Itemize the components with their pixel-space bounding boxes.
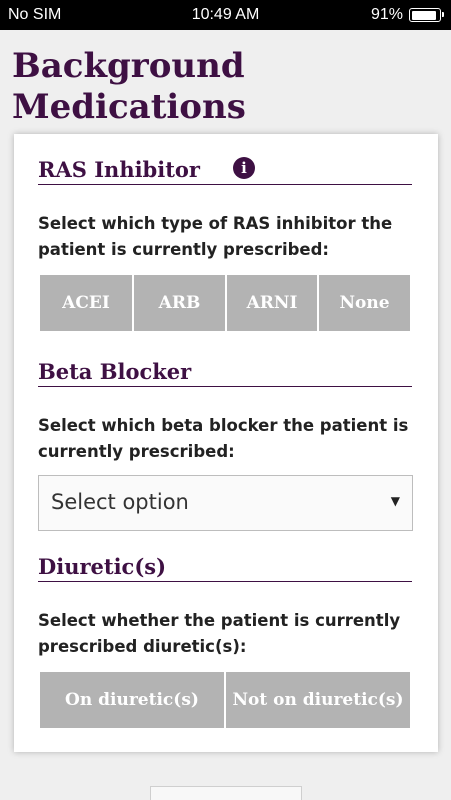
diuretic-options: On diuretic(s) Not on diuretic(s) (40, 672, 410, 728)
beta-blocker-select[interactable]: Select option ▼ (38, 475, 413, 531)
beta-blocker-heading: Beta Blocker (38, 347, 412, 387)
page-title-line2: Medications (12, 87, 246, 127)
diuretic-heading-text: Diuretic(s) (38, 554, 167, 579)
beta-blocker-prompt: Select which beta blocker the patient is… (38, 416, 409, 461)
medications-card: RAS Inhibitor i Select which type of RAS… (14, 134, 438, 752)
arb-button[interactable]: ARB (134, 275, 225, 331)
battery-nub (441, 12, 444, 17)
status-bar: No SIM 10:49 AM 91% (0, 0, 451, 30)
ras-inhibitor-heading-text: RAS Inhibitor (38, 157, 200, 182)
arni-button[interactable]: ARNI (227, 275, 317, 331)
ras-inhibitor-options: ACEI ARB ARNI None (40, 275, 410, 331)
info-icon[interactable]: i (233, 157, 255, 179)
battery-percentage: 91% (370, 6, 403, 23)
chevron-down-icon: ▼ (390, 494, 400, 508)
acei-button[interactable]: ACEI (40, 275, 132, 331)
none-button[interactable]: None (319, 275, 410, 331)
page-title-line1: Background (12, 46, 245, 86)
battery-level-fill (411, 10, 437, 20)
ras-inhibitor-heading: RAS Inhibitor i (38, 145, 412, 185)
ras-inhibitor-prompt: Select which type of RAS inhibitor the p… (38, 214, 393, 259)
on-diuretic-button[interactable]: On diuretic(s) (40, 672, 224, 728)
beta-blocker-select-value: Select option (51, 490, 189, 514)
beta-blocker-heading-text: Beta Blocker (38, 359, 192, 384)
page-title: Background Medications (12, 46, 442, 128)
next-button[interactable] (150, 786, 302, 800)
diuretic-heading: Diuretic(s) (38, 542, 412, 582)
battery-icon (409, 8, 444, 22)
diuretic-prompt: Select whether the patient is currently … (38, 611, 401, 656)
not-on-diuretic-button[interactable]: Not on diuretic(s) (226, 672, 410, 728)
